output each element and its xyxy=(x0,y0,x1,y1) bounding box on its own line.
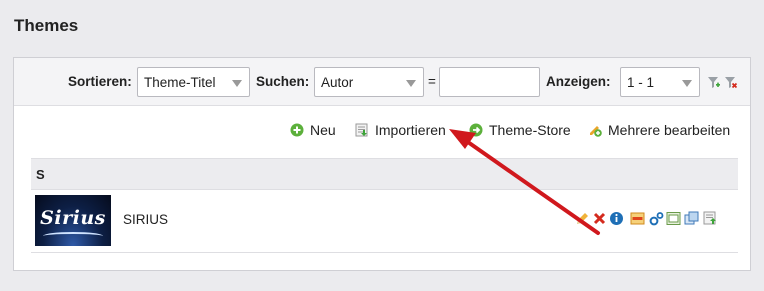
show-label: Anzeigen: xyxy=(546,74,611,89)
new-button-label: Neu xyxy=(310,122,336,138)
show-select[interactable]: 1 - 1 xyxy=(620,67,700,97)
template-icon[interactable] xyxy=(666,211,681,226)
group-header: S xyxy=(31,158,738,190)
group-letter: S xyxy=(36,167,45,182)
filter-add-icon[interactable] xyxy=(708,77,720,89)
settings-icon[interactable] xyxy=(649,211,664,226)
multi-edit-button-label: Mehrere bearbeiten xyxy=(608,122,731,138)
search-input[interactable] xyxy=(439,67,540,97)
chevron-down-icon xyxy=(406,80,416,87)
sort-label: Sortieren: xyxy=(68,74,132,89)
plus-circle-icon xyxy=(290,123,304,137)
search-field-value: Autor xyxy=(321,75,354,90)
show-select-value: 1 - 1 xyxy=(627,75,655,90)
import-icon xyxy=(355,123,369,137)
theme-thumbnail[interactable]: Sirius xyxy=(35,195,111,246)
chevron-down-icon xyxy=(682,80,692,87)
search-label: Suchen: xyxy=(256,74,310,89)
themes-panel: Sortieren: Theme-Titel Suchen: Autor = A… xyxy=(13,57,751,271)
sort-select[interactable]: Theme-Titel xyxy=(137,67,250,97)
info-icon[interactable] xyxy=(609,211,624,226)
theme-name: SIRIUS xyxy=(123,212,169,227)
equals-sign: = xyxy=(428,74,436,89)
import-button-label: Importieren xyxy=(375,122,446,138)
edit-icon[interactable] xyxy=(575,211,590,226)
multi-edit-icon xyxy=(588,123,602,137)
filter-bar: Sortieren: Theme-Titel Suchen: Autor = A… xyxy=(14,58,750,106)
zip-icon[interactable] xyxy=(630,211,645,226)
table-row: Sirius SIRIUS xyxy=(31,189,738,253)
duplicate-icon[interactable] xyxy=(684,211,699,226)
filter-remove-icon[interactable] xyxy=(725,77,737,89)
store-circle-icon xyxy=(469,123,483,137)
chevron-down-icon xyxy=(232,80,242,87)
theme-store-button-label: Theme-Store xyxy=(489,122,571,138)
search-field-select[interactable]: Autor xyxy=(314,67,424,97)
thumbnail-swoosh xyxy=(43,232,103,240)
thumbnail-wordmark: Sirius xyxy=(40,207,106,229)
export-icon[interactable] xyxy=(703,211,718,226)
sort-select-value: Theme-Titel xyxy=(144,75,216,90)
delete-icon[interactable] xyxy=(592,211,607,226)
page-title: Themes xyxy=(14,16,79,35)
